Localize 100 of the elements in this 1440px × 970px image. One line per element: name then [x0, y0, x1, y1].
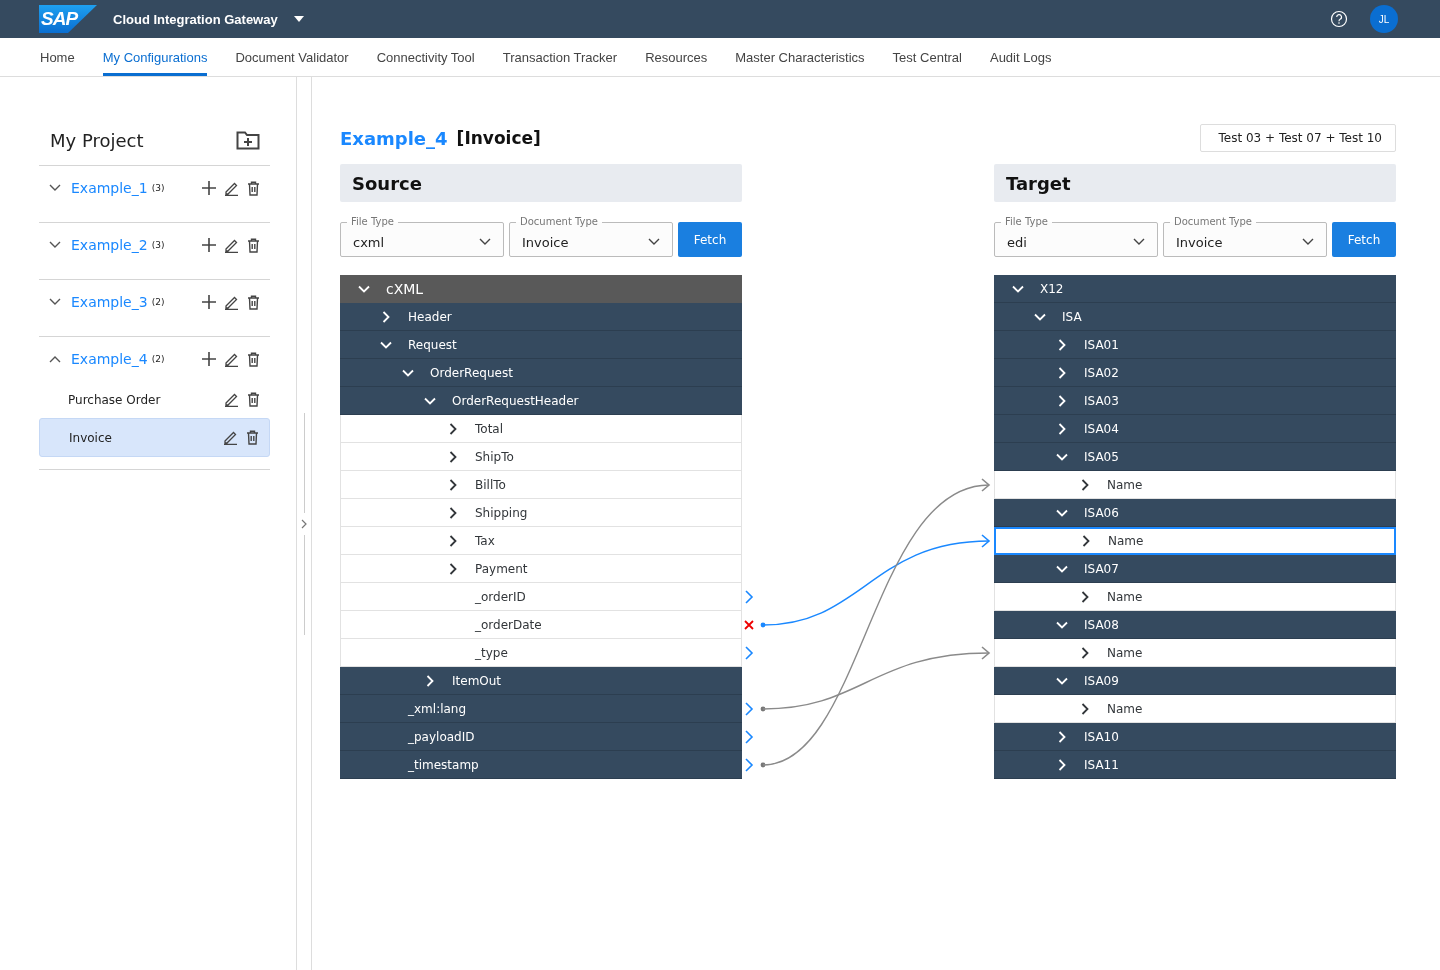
tree-row[interactable]: ISA04 [994, 415, 1396, 443]
document-item[interactable]: Purchase Order [39, 381, 270, 418]
chevron-icon[interactable] [1079, 702, 1091, 715]
tree-row[interactable]: _type [340, 639, 742, 667]
document-item[interactable]: Invoice [39, 418, 270, 457]
dropdown-field[interactable]: Document Type Invoice [1163, 216, 1327, 257]
tree-row[interactable]: Name [994, 471, 1396, 499]
chevron-icon[interactable] [358, 283, 370, 295]
tree-row[interactable]: cXML [340, 275, 742, 303]
nav-tab[interactable]: Resources [645, 38, 708, 76]
nav-tab[interactable]: My Configurations [102, 38, 208, 76]
help-icon[interactable] [1330, 10, 1348, 28]
edit-icon[interactable] [224, 392, 239, 407]
app-title[interactable]: Cloud Integration Gateway [113, 11, 278, 27]
dropdown-field[interactable]: Document Type Invoice [509, 216, 673, 257]
chevron-icon[interactable] [447, 534, 459, 547]
tree-row[interactable]: ISA03 [994, 387, 1396, 415]
tree-row[interactable]: Name [994, 527, 1396, 555]
tree-row[interactable]: X12 [994, 275, 1396, 303]
project-link[interactable]: Example_4 [71, 351, 148, 367]
tree-row[interactable]: Shipping [340, 499, 742, 527]
chevron-icon[interactable] [424, 674, 436, 687]
chevron-icon[interactable] [49, 241, 61, 249]
tree-row[interactable]: ISA02 [994, 359, 1396, 387]
nav-tab[interactable]: Master Characteristics [735, 38, 865, 76]
tree-row[interactable]: _orderID [340, 583, 742, 611]
tree-row[interactable]: OrderRequest [340, 359, 742, 387]
nav-tab[interactable]: Document Validator [235, 38, 349, 76]
tree-row[interactable]: Total [340, 415, 742, 443]
add-icon[interactable] [202, 238, 216, 252]
nav-tab[interactable]: Transaction Tracker [502, 38, 618, 76]
nav-tab[interactable]: Home [40, 38, 75, 76]
chevron-icon[interactable] [1056, 758, 1068, 771]
edit-icon[interactable] [224, 180, 239, 196]
logo[interactable]: SAP [39, 5, 97, 33]
delete-icon[interactable] [246, 430, 259, 445]
tree-row[interactable]: ISA06 [994, 499, 1396, 527]
tree-row[interactable]: Payment [340, 555, 742, 583]
expand-icon[interactable] [301, 518, 307, 529]
chevron-icon[interactable] [447, 506, 459, 519]
tree-row[interactable]: OrderRequestHeader [340, 387, 742, 415]
tree-row[interactable]: ISA10 [994, 723, 1396, 751]
edit-icon[interactable] [224, 351, 239, 367]
delete-icon[interactable] [247, 392, 260, 407]
tree-row[interactable]: Name [994, 695, 1396, 723]
tree-row[interactable]: ISA09 [994, 667, 1396, 695]
tree-row[interactable]: Tax [340, 527, 742, 555]
delete-icon[interactable] [247, 237, 260, 253]
chevron-icon[interactable] [1080, 535, 1092, 547]
chevron-icon[interactable] [1056, 366, 1068, 379]
caret-icon[interactable] [292, 15, 305, 23]
chevron-icon[interactable] [380, 310, 392, 323]
project-link[interactable]: Example_3 [71, 294, 148, 310]
test-button[interactable]: Test 03 + Test 07 + Test 10 [1200, 124, 1396, 152]
tree-row[interactable]: Name [994, 583, 1396, 611]
delete-icon[interactable] [247, 351, 260, 367]
chevron-icon[interactable] [447, 478, 459, 491]
project-link[interactable]: Example_1 [71, 180, 148, 196]
chevron-icon[interactable] [1056, 394, 1068, 407]
tree-row[interactable]: ISA11 [994, 751, 1396, 779]
tree-row[interactable]: _orderDate [340, 611, 742, 639]
user-avatar[interactable]: JL [1370, 5, 1398, 33]
tree-row[interactable]: ShipTo [340, 443, 742, 471]
tree-row[interactable]: _timestamp [340, 751, 742, 779]
edit-icon[interactable] [224, 237, 239, 253]
tree-row[interactable]: ISA08 [994, 611, 1396, 639]
chevron-icon[interactable] [1079, 590, 1091, 603]
tree-row[interactable]: ISA01 [994, 331, 1396, 359]
delete-icon[interactable] [247, 294, 260, 310]
chevron-icon[interactable] [1079, 646, 1091, 659]
chevron-icon[interactable] [1056, 422, 1068, 435]
tree-row[interactable]: ISA [994, 303, 1396, 331]
chevron-icon[interactable] [447, 422, 459, 435]
add-icon[interactable] [202, 295, 216, 309]
chevron-icon[interactable] [1056, 338, 1068, 351]
chevron-icon[interactable] [49, 298, 61, 306]
chevron-icon[interactable] [49, 184, 61, 192]
folder-plus-icon[interactable] [236, 130, 260, 150]
dropdown-field[interactable]: File Type edi [994, 216, 1158, 257]
dropdown-field[interactable]: File Type cxml [340, 216, 504, 257]
chevron-icon[interactable] [1056, 730, 1068, 743]
chevron-icon[interactable] [1079, 478, 1091, 491]
chevron-icon[interactable] [447, 562, 459, 575]
chevron-icon[interactable] [447, 450, 459, 463]
nav-tab[interactable]: Test Central [892, 38, 962, 76]
edit-icon[interactable] [223, 430, 238, 445]
add-icon[interactable] [202, 181, 216, 195]
tree-row[interactable]: ISA05 [994, 443, 1396, 471]
chevron-icon[interactable] [49, 355, 61, 363]
nav-tab[interactable]: Connectivity Tool [376, 38, 475, 76]
fetch-button[interactable]: Fetch [1332, 222, 1396, 257]
tree-row[interactable]: _xml:lang [340, 695, 742, 723]
tree-row[interactable]: BillTo [340, 471, 742, 499]
tree-row[interactable]: ItemOut [340, 667, 742, 695]
tree-row[interactable]: Request [340, 331, 742, 359]
project-link[interactable]: Example_2 [71, 237, 148, 253]
tree-row[interactable]: Name [994, 639, 1396, 667]
add-icon[interactable] [202, 352, 216, 366]
edit-icon[interactable] [224, 294, 239, 310]
nav-tab[interactable]: Audit Logs [989, 38, 1052, 76]
